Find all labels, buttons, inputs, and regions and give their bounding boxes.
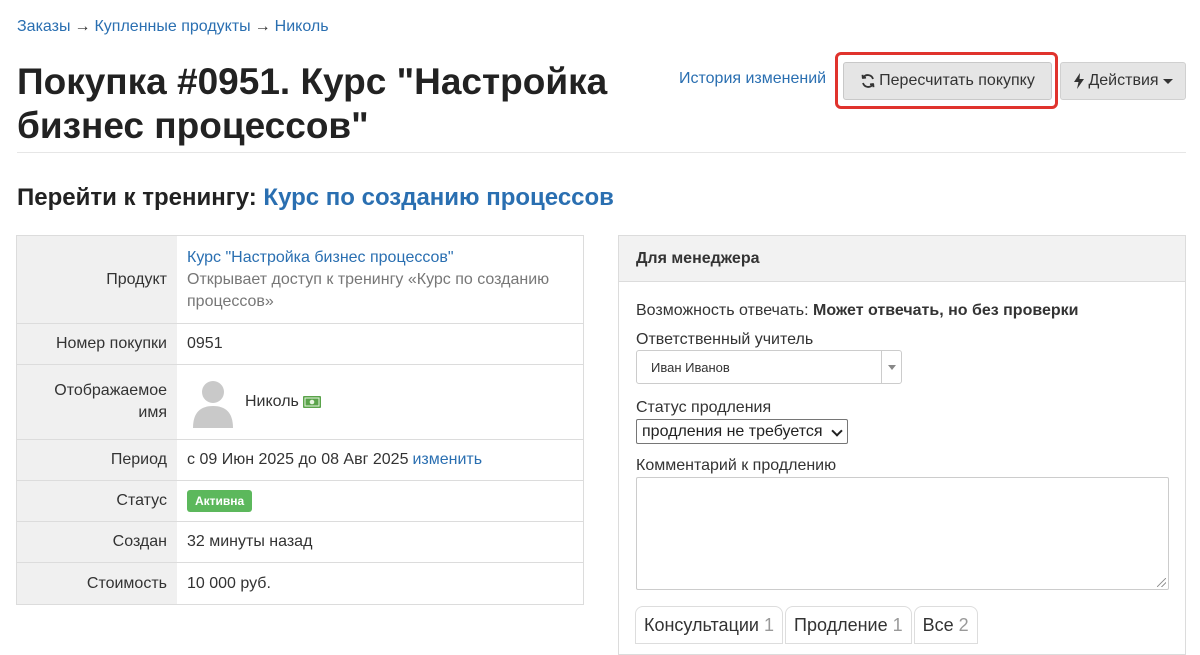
period-value: с 09 Июн 2025 до 08 Авг 2025 (187, 451, 409, 468)
money-icon (302, 396, 321, 408)
info-label: Продукт (17, 236, 177, 323)
tab-label: Все (922, 614, 954, 635)
info-value-status: Активна (177, 481, 583, 521)
breadcrumb-separator: → (254, 18, 271, 35)
title-divider (17, 152, 1186, 153)
tab-count: 2 (958, 614, 969, 635)
breadcrumb-orders[interactable]: Заказы (17, 18, 70, 35)
info-row-cost: Стоимость 10 000 руб. (17, 563, 583, 604)
display-name-value: Николь (245, 393, 299, 410)
chevron-down-icon (881, 351, 901, 383)
page-title: Покупка #0951. Курс "Настройка бизнес пр… (17, 61, 608, 146)
breadcrumb-separator: → (74, 18, 91, 35)
manager-panel-header: Для менеджера (619, 236, 1185, 282)
recalc-purchase-label: Пересчитать покупку (879, 72, 1035, 89)
info-label: Статус (17, 481, 177, 521)
tab-count: 1 (764, 614, 775, 635)
info-label: Номер покупки (17, 324, 177, 364)
tab-renewal[interactable]: Продление 1 (785, 606, 912, 644)
purchase-number: 0951 (187, 335, 223, 352)
breadcrumb-user[interactable]: Николь (275, 18, 329, 35)
reply-ability: Возможность отвечать: Может отвечать, но… (636, 302, 1079, 320)
tab-consultations[interactable]: Консультации 1 (635, 606, 784, 644)
period-change-link[interactable]: изменить (412, 451, 482, 469)
renewal-status-select[interactable]: продления не требуется (636, 419, 848, 444)
info-row-number: Номер покупки 0951 (17, 324, 583, 365)
chevron-down-icon (831, 425, 843, 437)
info-value-period: с 09 Июн 2025 до 08 Авг 2025 изменить (177, 440, 583, 480)
product-link[interactable]: Курс "Настройка бизнес процессов" (187, 247, 454, 269)
teacher-label: Ответственный учитель (636, 331, 814, 348)
renewal-status-value: продления не требуется (642, 422, 823, 440)
info-label: Отображаемое имя (17, 365, 177, 439)
reply-ability-label: Возможность отвечать: (636, 302, 809, 319)
breadcrumb: Заказы → Купленные продукты → Николь (17, 18, 329, 36)
renewal-comment-label: Комментарий к продлению (636, 457, 837, 474)
training-heading: Перейти к тренингу: Курс по созданию про… (17, 184, 614, 212)
created-value: 32 минуты назад (187, 533, 313, 550)
actions-dropdown-button[interactable]: Действия (1060, 62, 1186, 100)
info-value-display-name: Николь (177, 365, 583, 439)
purchase-info-table: Продукт Курс "Настройка бизнес процессов… (16, 235, 584, 605)
caret-down-icon (1162, 78, 1173, 84)
manager-panel: Для менеджера Возможность отвечать: Може… (618, 235, 1186, 655)
info-row-period: Период с 09 Июн 2025 до 08 Авг 2025 изме… (17, 440, 583, 481)
avatar (193, 381, 233, 428)
info-row-created: Создан 32 минуты назад (17, 522, 583, 563)
teacher-select[interactable]: Иван Иванов (636, 350, 902, 384)
info-row-display-name: Отображаемое имя Николь (17, 365, 583, 440)
training-link[interactable]: Курс по созданию процессов (263, 184, 614, 211)
tab-label: Продление (794, 614, 888, 635)
renewal-status-label: Статус продления (636, 399, 772, 416)
info-label: Стоимость (17, 563, 177, 604)
tab-all[interactable]: Все 2 (913, 606, 978, 644)
product-description: Открывает доступ к тренингу «Курс по соз… (187, 270, 550, 310)
breadcrumb-purchased-products[interactable]: Купленные продукты (94, 18, 250, 35)
tab-label: Консультации (644, 614, 759, 635)
reply-ability-value: Может отвечать, но без проверки (813, 302, 1079, 319)
teacher-select-value: Иван Иванов (651, 359, 730, 375)
info-row-status: Статус Активна (17, 481, 583, 522)
info-row-product: Продукт Курс "Настройка бизнес процессов… (17, 236, 583, 324)
training-prefix: Перейти к тренингу: (17, 184, 257, 211)
info-label: Создан (17, 522, 177, 562)
refresh-icon (860, 73, 876, 89)
recalc-purchase-button[interactable]: Пересчитать покупку (843, 62, 1052, 100)
manager-tabs: Консультации 1 Продление 1 Все 2 (635, 606, 980, 644)
tab-count: 1 (892, 614, 903, 635)
status-badge: Активна (187, 490, 253, 512)
actions-label: Действия (1088, 72, 1159, 89)
history-link[interactable]: История изменений (679, 70, 826, 88)
resize-handle-icon[interactable] (1157, 578, 1166, 587)
cost-value: 10 000 руб. (187, 574, 271, 592)
renewal-comment-textarea[interactable] (636, 477, 1169, 590)
info-value-product: Курс "Настройка бизнес процессов" Открыв… (177, 236, 583, 323)
lightning-icon (1073, 73, 1085, 89)
info-label: Период (17, 440, 177, 480)
